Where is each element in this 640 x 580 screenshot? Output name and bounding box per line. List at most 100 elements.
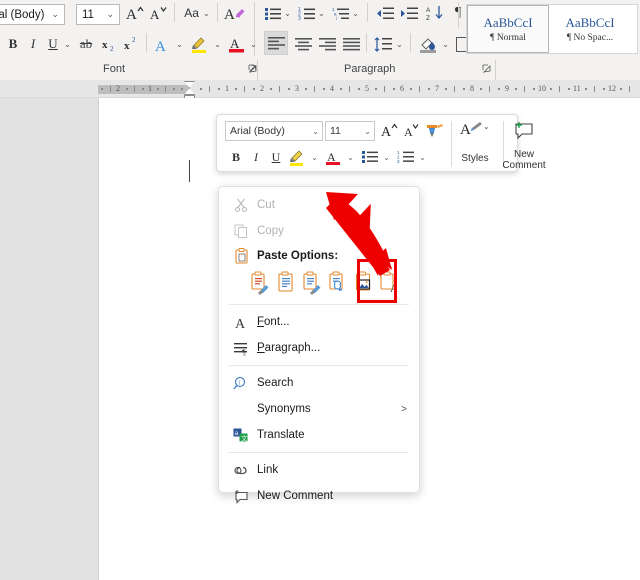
svg-text:A: A	[126, 7, 137, 22]
ruler[interactable]: 2 1 1 2 3 4 5 6 7 8 9 10 11 12	[0, 80, 640, 103]
bold-button[interactable]: B	[4, 32, 22, 56]
mini-font-name-combobox[interactable]: Arial (Body) ⌄	[225, 121, 323, 141]
line-spacing-button[interactable]	[372, 32, 394, 56]
svg-text:A: A	[224, 7, 235, 22]
mini-highlight-dropdown[interactable]: ⌄	[309, 146, 320, 168]
mini-styles-button[interactable]: A ⌄	[457, 119, 493, 141]
shading-dropdown[interactable]: ⌄	[440, 32, 451, 56]
bullets-button[interactable]	[262, 1, 284, 25]
line-spacing-dropdown[interactable]: ⌄	[394, 32, 405, 56]
svg-text:i: i	[239, 379, 241, 386]
svg-text:2: 2	[132, 36, 136, 44]
clear-formatting-button[interactable]: A	[222, 1, 248, 25]
mini-bullets-dropdown[interactable]: ⌄	[381, 146, 392, 168]
mini-shrink-font-button[interactable]: A	[401, 119, 423, 141]
paste-merge-icon[interactable]	[275, 271, 297, 297]
mini-italic-button[interactable]: I	[247, 146, 265, 168]
context-menu-item-translate[interactable]: a 文 Translate	[219, 422, 419, 448]
text-highlight-button[interactable]	[188, 32, 212, 56]
ruler-margin-left	[98, 85, 190, 94]
highlight-dropdown[interactable]: ⌄	[212, 32, 223, 56]
svg-text:x: x	[124, 40, 130, 52]
align-center-button[interactable]	[292, 32, 314, 56]
svg-text:文: 文	[241, 433, 248, 442]
ruler-tick: 9	[505, 84, 509, 93]
mini-italic-label: I	[254, 149, 258, 164]
numbering-button[interactable]: 1 2 3	[296, 1, 318, 25]
mini-font-size-combobox[interactable]: 11 ⌄	[325, 121, 375, 141]
italic-button[interactable]: I	[24, 32, 42, 56]
context-menu-item-link[interactable]: Link	[219, 457, 419, 483]
svg-text:A: A	[404, 125, 413, 139]
underline-dropdown[interactable]: ⌄	[62, 32, 73, 56]
svg-text:⌄: ⌄	[483, 122, 490, 131]
strikethrough-button[interactable]: ab	[76, 32, 96, 56]
context-menu-item-new-comment[interactable]: New Comment	[219, 483, 419, 509]
context-menu-label: New Comment	[257, 490, 334, 502]
text-effects-dropdown[interactable]: ⌄	[174, 32, 185, 56]
font-name-combobox[interactable]: rial (Body) ⌄	[0, 4, 65, 25]
menu-divider	[229, 365, 409, 366]
font-size-combobox[interactable]: 11 ⌄	[76, 4, 120, 25]
accel-letter: P	[257, 342, 265, 354]
text-effects-button[interactable]: A	[152, 32, 174, 56]
ruler-tick: 2	[260, 84, 264, 93]
ribbon-group-labels: Font Paragraph	[0, 60, 640, 80]
font-name-value: rial (Body)	[0, 8, 45, 21]
grow-font-button[interactable]: A	[124, 1, 146, 25]
decrease-indent-button[interactable]	[374, 1, 396, 25]
numbering-dropdown[interactable]: ⌄	[316, 1, 327, 25]
format-painter-icon[interactable]	[423, 119, 445, 141]
paragraph-dialog-launcher[interactable]	[482, 64, 491, 75]
mini-grow-font-button[interactable]: A	[379, 119, 401, 141]
context-menu-item-font[interactable]: A Font...	[219, 309, 419, 335]
mini-bullets-icon[interactable]	[359, 146, 381, 168]
mini-bold-button[interactable]: B	[227, 146, 245, 168]
style-normal[interactable]: AaBbCcI ¶ Normal	[467, 5, 549, 53]
chevron-down-icon: ⌄	[312, 126, 319, 136]
font-dialog-launcher[interactable]	[248, 64, 257, 75]
context-menu-item-synonyms[interactable]: Synonyms >	[219, 396, 419, 422]
svg-text:a: a	[235, 430, 239, 437]
change-case-button[interactable]: Aa ⌄	[180, 1, 214, 25]
context-menu-item-paragraph[interactable]: ¶ Paragraph...	[219, 335, 419, 361]
mini-font-color-dropdown[interactable]: ⌄	[345, 146, 356, 168]
svg-text:2: 2	[110, 45, 114, 52]
shrink-font-button[interactable]: A	[148, 1, 170, 25]
mini-highlight-icon[interactable]	[287, 146, 309, 168]
mini-font-name-value: Arial (Body)	[230, 125, 285, 137]
svg-text:3: 3	[397, 159, 400, 164]
multilevel-list-button[interactable]: 1 a i	[330, 1, 352, 25]
sort-button[interactable]: A Z	[424, 1, 446, 25]
superscript-button[interactable]: x2	[122, 32, 142, 56]
underline-button[interactable]: U	[44, 32, 62, 56]
mini-numbering-icon[interactable]: 1 2 3	[395, 146, 417, 168]
styles-gallery[interactable]: AaBbCcI ¶ Normal AaBbCcI ¶ No Spac...	[466, 4, 638, 54]
multilevel-list-dropdown[interactable]: ⌄	[350, 1, 361, 25]
ruler-tick: 1	[225, 84, 229, 93]
align-right-button[interactable]	[316, 32, 338, 56]
ruler-tick: 3	[295, 84, 299, 93]
shading-button[interactable]	[416, 32, 440, 56]
change-case-label: Aa	[184, 6, 199, 20]
mini-underline-label: U	[271, 149, 281, 164]
svg-text:x: x	[102, 39, 108, 51]
paste-keep-source-icon[interactable]	[249, 271, 271, 297]
align-left-button[interactable]	[264, 31, 288, 55]
ruler-tick: 6	[400, 84, 404, 93]
mini-underline-button[interactable]: U	[267, 146, 285, 168]
ruler-tick: 5	[365, 84, 369, 93]
font-color-button[interactable]: A	[226, 32, 248, 56]
new-comment-icon[interactable]	[509, 119, 539, 141]
mini-numbering-dropdown[interactable]: ⌄	[417, 146, 428, 168]
bullets-dropdown[interactable]: ⌄	[282, 1, 293, 25]
justify-button[interactable]	[340, 32, 362, 56]
ruler-tick: 1	[148, 84, 152, 93]
font-color-dropdown[interactable]: ⌄	[248, 32, 259, 56]
mini-font-color-button[interactable]: A	[323, 146, 345, 168]
subscript-button[interactable]: x2	[100, 32, 120, 56]
context-menu-label: Search	[257, 377, 294, 389]
style-no-spacing[interactable]: AaBbCcI ¶ No Spac...	[549, 5, 631, 53]
increase-indent-button[interactable]	[398, 1, 420, 25]
context-menu-item-search[interactable]: i Search	[219, 370, 419, 396]
